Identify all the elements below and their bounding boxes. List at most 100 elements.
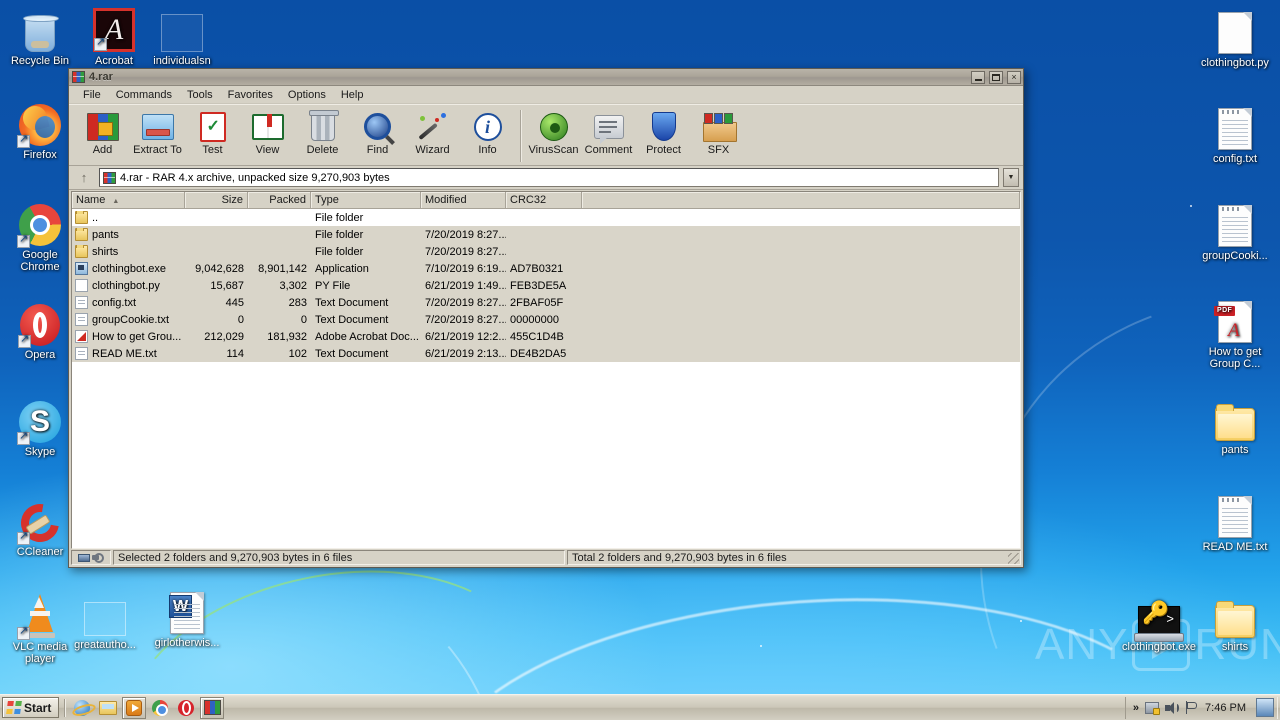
- column-header-crc32[interactable]: CRC32: [506, 192, 582, 208]
- file-crc: 2FBAF05F: [510, 296, 564, 309]
- menu-item-help[interactable]: Help: [334, 87, 371, 103]
- system-tray[interactable]: » 7:46 PM: [1124, 696, 1278, 719]
- table-row[interactable]: groupCookie.txt 0 0 Text Document 7/20/2…: [72, 311, 1020, 328]
- file-size: 15,687: [210, 279, 244, 292]
- file-crc: DE4B2DA5: [510, 347, 567, 360]
- show-hidden-icons-chevron-icon[interactable]: »: [1133, 702, 1139, 714]
- network-icon[interactable]: [1145, 701, 1161, 715]
- toolbar-button-find[interactable]: Find: [350, 108, 405, 156]
- taskbar-item-windows-explorer[interactable]: [96, 697, 120, 719]
- column-header-type[interactable]: Type: [311, 192, 421, 208]
- desktop-icon-shirts[interactable]: shirts: [1198, 592, 1272, 653]
- taskbar-item-chrome[interactable]: [148, 697, 172, 719]
- file-packed: 0: [300, 313, 307, 326]
- protect-icon: [636, 110, 691, 143]
- column-header-packed[interactable]: Packed: [248, 192, 311, 208]
- text-document-icon: [75, 313, 88, 326]
- taskbar-item-media-player[interactable]: [122, 696, 147, 719]
- table-row[interactable]: shirts File folder 7/20/2019 8:27...: [72, 243, 1020, 260]
- taskbar-item-opera[interactable]: [174, 697, 198, 719]
- close-button[interactable]: ×: [1007, 70, 1021, 84]
- file-list-rows[interactable]: .. File folder pants File folder 7/20/20…: [72, 209, 1020, 548]
- column-header-name[interactable]: Name ▲: [72, 192, 185, 208]
- file-name: How to get Grou...: [92, 330, 182, 343]
- toolbar-button-virusscan[interactable]: VirusScan: [526, 108, 581, 156]
- menu-bar[interactable]: File Commands Tools Favorites Options He…: [69, 86, 1023, 104]
- toolbar-button-protect[interactable]: Protect: [636, 108, 691, 156]
- menu-item-file[interactable]: File: [76, 87, 108, 103]
- file-packed: 283: [288, 296, 307, 309]
- table-row[interactable]: config.txt 445 283 Text Document 7/20/20…: [72, 294, 1020, 311]
- toolbar-button-wizard[interactable]: Wizard: [405, 108, 460, 156]
- start-button[interactable]: Start: [2, 697, 60, 718]
- toolbar-button-test[interactable]: Test: [185, 108, 240, 156]
- menu-item-favorites[interactable]: Favorites: [221, 87, 280, 103]
- desktop-icon-individualsn[interactable]: individualsn: [145, 6, 219, 67]
- column-header-modified[interactable]: Modified: [421, 192, 506, 208]
- menu-item-options[interactable]: Options: [281, 87, 333, 103]
- sort-ascending-icon: ▲: [112, 198, 120, 205]
- desktop-icon-how-to-get-group[interactable]: PDF A How to get Group C...: [1198, 297, 1272, 370]
- chevron-down-icon[interactable]: ▼: [1003, 168, 1019, 187]
- resize-grip[interactable]: [1008, 553, 1019, 564]
- desktop-icon-config-txt[interactable]: config.txt: [1198, 104, 1272, 165]
- disk-icon: [78, 553, 90, 562]
- desktop-icon-ccleaner[interactable]: CCleaner: [3, 496, 77, 558]
- toolbar-button-sfx[interactable]: SFX: [691, 108, 746, 156]
- address-bar[interactable]: ↑ 4.rar - RAR 4.x archive, unpacked size…: [69, 166, 1023, 190]
- table-row[interactable]: clothingbot.py 15,687 3,302 PY File 6/21…: [72, 277, 1020, 294]
- table-row[interactable]: .. File folder: [72, 209, 1020, 226]
- table-row[interactable]: READ ME.txt 114 102 Text Document 6/21/2…: [72, 345, 1020, 362]
- taskbar-item-winrar[interactable]: [200, 696, 225, 719]
- toolbar-button-add[interactable]: Add: [75, 108, 130, 156]
- executable-icon: [75, 262, 88, 275]
- file-packed: 3,302: [279, 279, 307, 292]
- toolbar-button-extract-to[interactable]: Extract To: [130, 108, 185, 156]
- archive-path-field[interactable]: 4.rar - RAR 4.x archive, unpacked size 9…: [99, 168, 999, 187]
- desktop-icon-label: Acrobat: [95, 55, 133, 67]
- desktop-icon-groupcookie-txt[interactable]: groupCooki...: [1198, 201, 1272, 262]
- desktop-icon-recycle-bin[interactable]: Recycle Bin: [3, 6, 77, 67]
- desktop-icon-vlc[interactable]: VLC media player: [3, 592, 77, 665]
- flag-action-center-icon[interactable]: [1185, 701, 1199, 714]
- desktop-icon-read-me-txt[interactable]: READ ME.txt: [1198, 492, 1272, 553]
- desktop-icon-pants[interactable]: pants: [1198, 395, 1272, 456]
- column-headers[interactable]: Name ▲ Size Packed Type Modified CRC32: [72, 192, 1020, 209]
- desktop-icon-firefox[interactable]: Firefox: [3, 100, 77, 161]
- table-row[interactable]: pants File folder 7/20/2019 8:27...: [72, 226, 1020, 243]
- winrar-archive-icon: [103, 171, 116, 184]
- status-icons[interactable]: [71, 550, 111, 565]
- column-header-size[interactable]: Size: [185, 192, 248, 208]
- sfx-icon: [691, 110, 746, 143]
- desktop-icon-chrome[interactable]: Google Chrome: [3, 200, 77, 273]
- desktop-icon-label: pants: [1221, 444, 1249, 456]
- taskbar[interactable]: Start » 7:46 PM: [0, 694, 1280, 720]
- table-row[interactable]: clothingbot.exe 9,042,628 8,901,142 Appl…: [72, 260, 1020, 277]
- desktop-icon-greatauthor[interactable]: greatautho...: [68, 590, 142, 651]
- show-desktop-button[interactable]: [1256, 698, 1274, 717]
- volume-icon[interactable]: [1165, 701, 1180, 714]
- file-name: clothingbot.py: [92, 279, 160, 292]
- desktop-icon-girlotherwise[interactable]: W girlotherwis...: [150, 588, 224, 649]
- taskbar-item-internet-explorer[interactable]: [70, 697, 94, 719]
- desktop-icon-skype[interactable]: S Skype: [3, 397, 77, 458]
- menu-item-tools[interactable]: Tools: [180, 87, 220, 103]
- desktop-icon-clothingbot-py[interactable]: clothingbot.py: [1198, 8, 1272, 69]
- toolbar-button-view[interactable]: View: [240, 108, 295, 156]
- taskbar-clock[interactable]: 7:46 PM: [1205, 702, 1246, 714]
- toolbar-button-comment[interactable]: Comment: [581, 108, 636, 156]
- toolbar-button-delete[interactable]: Delete: [295, 108, 350, 156]
- desktop-icon-acrobat[interactable]: A Acrobat: [77, 6, 151, 67]
- desktop-icon-opera[interactable]: Opera: [3, 300, 77, 361]
- window-titlebar[interactable]: 4.rar ×: [69, 69, 1023, 86]
- minimize-button[interactable]: [971, 70, 985, 84]
- winrar-window[interactable]: 4.rar × File Commands Tools Favorites Op…: [68, 68, 1024, 568]
- file-list-panel[interactable]: Name ▲ Size Packed Type Modified CRC32 .…: [71, 191, 1021, 549]
- maximize-button[interactable]: [989, 70, 1003, 84]
- menu-item-commands[interactable]: Commands: [109, 87, 179, 103]
- toolbar[interactable]: Add Extract To Test View Delete Find Wiz…: [69, 104, 1023, 166]
- desktop-icon-clothingbot-exe[interactable]: 🔑 > clothingbot.exe: [1122, 592, 1196, 654]
- toolbar-button-info[interactable]: i Info: [460, 108, 515, 156]
- table-row[interactable]: How to get Grou... 212,029 181,932 Adobe…: [72, 328, 1020, 345]
- up-one-level-button[interactable]: ↑: [73, 167, 95, 188]
